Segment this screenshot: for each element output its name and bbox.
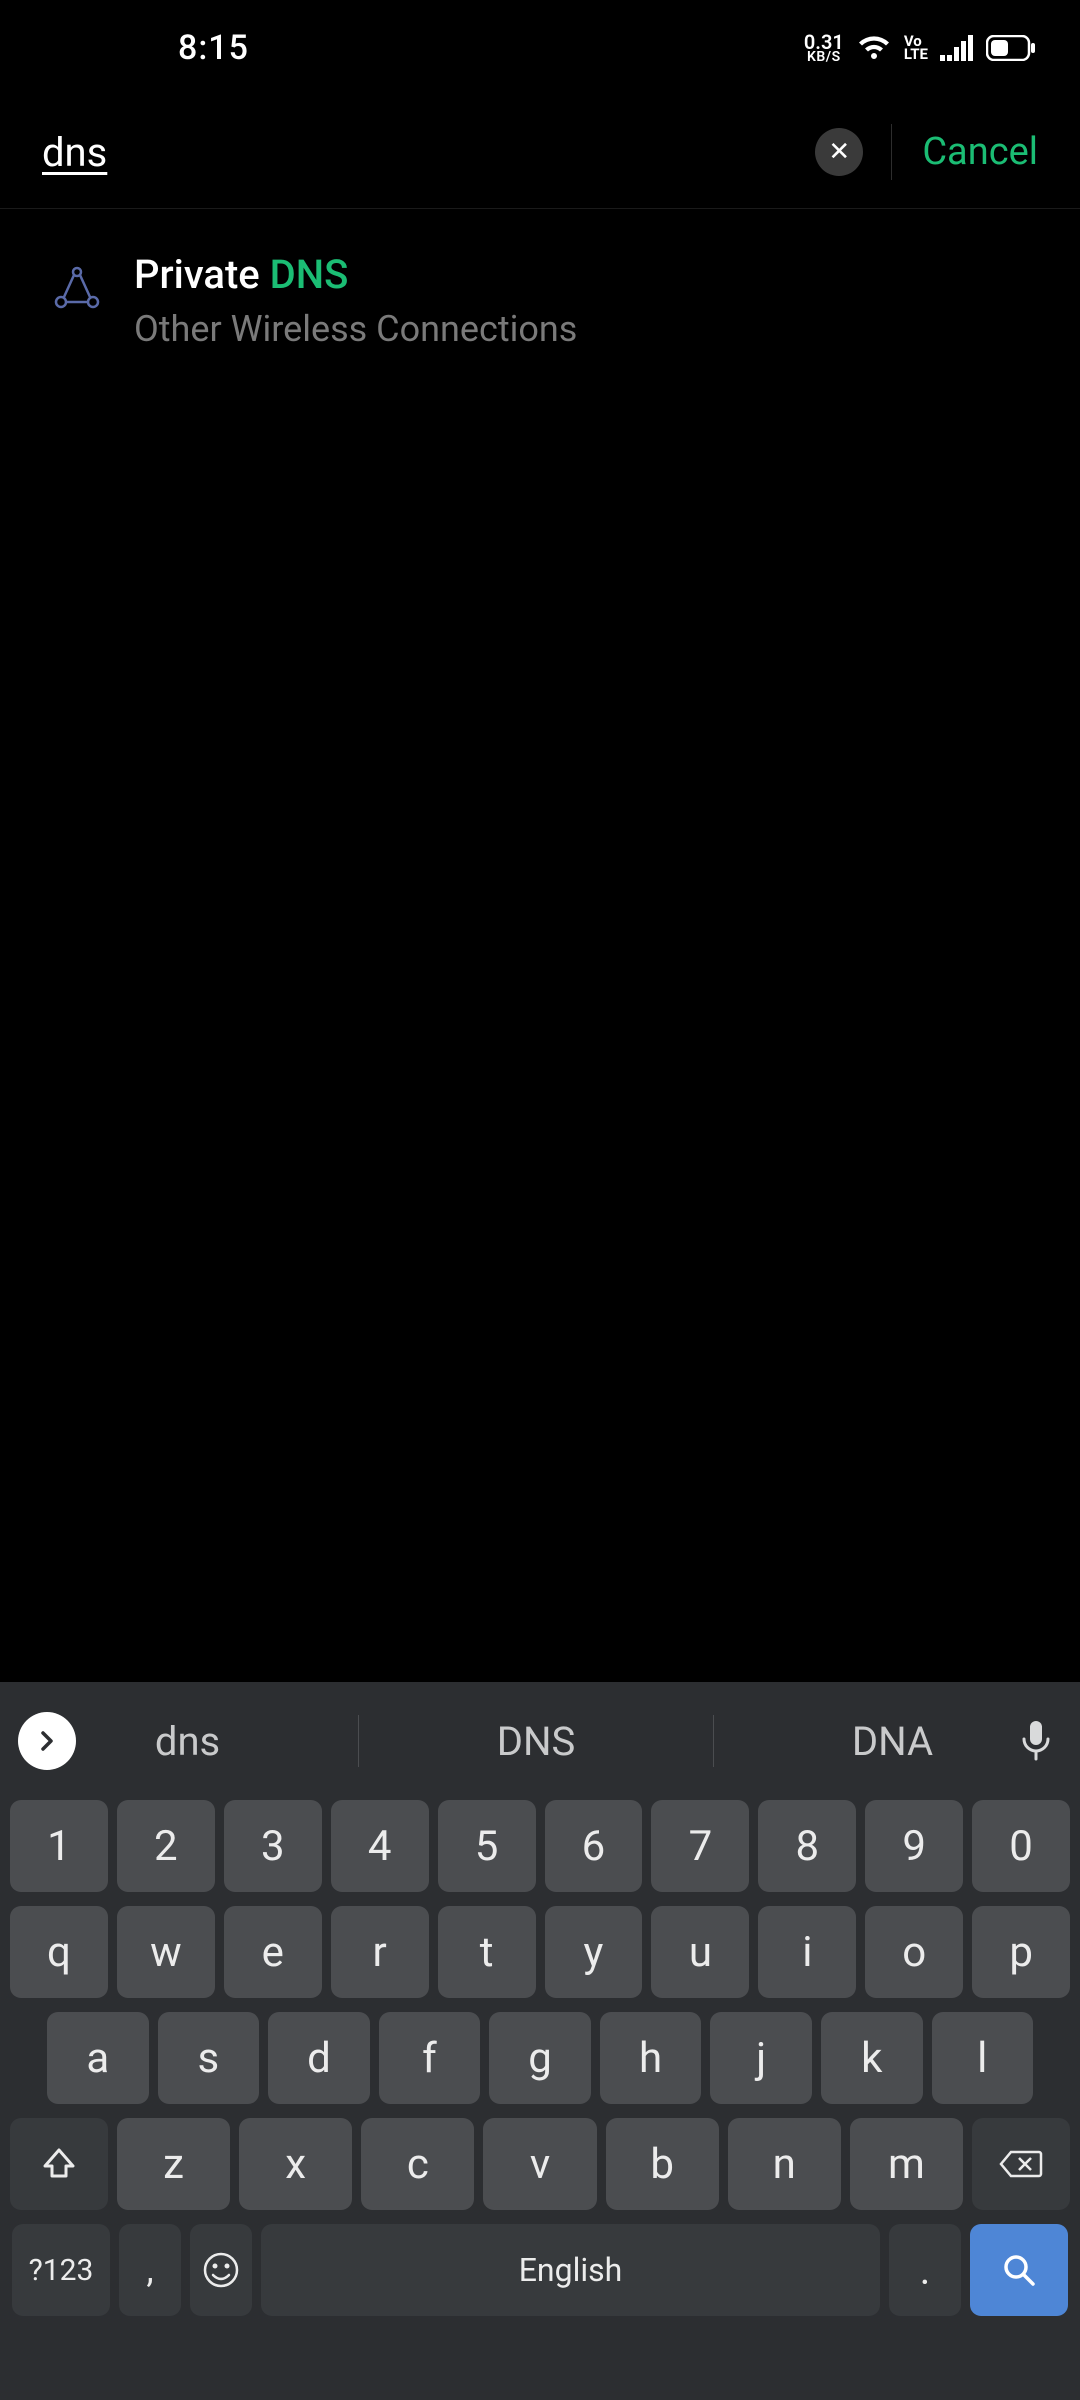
key-h[interactable]: h [600,2012,702,2104]
emoji-key[interactable] [190,2224,252,2316]
cancel-button[interactable]: Cancel [922,130,1038,174]
key-9[interactable]: 9 [865,1800,963,1892]
status-indicators: 0.31 KB/S Vo LTE [804,33,1036,64]
key-2[interactable]: 2 [117,1800,215,1892]
volte-bottom: LTE [904,48,928,61]
key-l[interactable]: l [932,2012,1034,2104]
suggestion-item[interactable]: dns [135,1718,240,1765]
key-n[interactable]: n [728,2118,841,2210]
key-f[interactable]: f [379,2012,481,2104]
volte-icon: Vo LTE [904,35,928,61]
search-result-item[interactable]: Private DNS Other Wireless Connections [0,209,1080,390]
divider [358,1715,359,1767]
key-t[interactable]: t [438,1906,536,1998]
shift-key[interactable] [10,2118,108,2210]
result-title: Private DNS [134,251,577,298]
key-g[interactable]: g [489,2012,591,2104]
spacebar-key[interactable]: English [261,2224,880,2316]
result-text: Private DNS Other Wireless Connections [134,251,577,350]
voice-input-button[interactable] [1012,1719,1060,1763]
key-i[interactable]: i [758,1906,856,1998]
suggestion-item[interactable]: DNS [477,1718,596,1765]
key-k[interactable]: k [821,2012,923,2104]
microphone-icon [1019,1719,1053,1763]
status-time: 8:15 [0,28,249,68]
emoji-icon [201,2250,241,2290]
key-a[interactable]: a [47,2012,149,2104]
key-s[interactable]: s [158,2012,260,2104]
suggestion-item[interactable]: DNA [832,1718,953,1765]
key-p[interactable]: p [972,1906,1070,1998]
key-z[interactable]: z [117,2118,230,2210]
key-o[interactable]: o [865,1906,963,1998]
key-1[interactable]: 1 [10,1800,108,1892]
battery-icon [986,35,1036,61]
key-d[interactable]: d [268,2012,370,2104]
key-w[interactable]: w [117,1906,215,1998]
network-share-icon [48,259,106,317]
result-title-prefix: Private [134,251,270,298]
search-header: dns ✕ Cancel [0,104,1080,200]
comma-key[interactable]: , [119,2224,181,2316]
divider [713,1715,714,1767]
shift-icon [41,2146,77,2182]
key-7[interactable]: 7 [651,1800,749,1892]
key-y[interactable]: y [545,1906,643,1998]
suggestion-bar: dns DNS DNA [0,1682,1080,1800]
search-action-key[interactable] [970,2224,1068,2316]
onscreen-keyboard: dns DNS DNA 1 2 3 4 5 6 7 8 9 0 q w e r … [0,1682,1080,2400]
key-8[interactable]: 8 [758,1800,856,1892]
signal-icon [940,35,974,61]
key-q[interactable]: q [10,1906,108,1998]
keyboard-row-qwerty: q w e r t y u i o p [0,1906,1080,1998]
key-x[interactable]: x [239,2118,352,2210]
clear-search-button[interactable]: ✕ [815,128,863,176]
result-subtitle: Other Wireless Connections [134,308,577,350]
chevron-right-icon [35,1729,59,1753]
symbols-key[interactable]: ?123 [12,2224,110,2316]
keyboard-row-zxcv: z x c v b n m [0,2118,1080,2210]
key-0[interactable]: 0 [972,1800,1070,1892]
expand-suggestions-button[interactable] [18,1712,76,1770]
key-e[interactable]: e [224,1906,322,1998]
key-b[interactable]: b [606,2118,719,2210]
data-rate-number: 0.31 [804,33,844,51]
result-title-highlight: DNS [270,251,349,298]
key-3[interactable]: 3 [224,1800,322,1892]
key-r[interactable]: r [331,1906,429,1998]
close-icon: ✕ [828,139,850,165]
wifi-icon [856,34,892,62]
search-input[interactable]: dns [42,129,815,176]
keyboard-row-bottom: ?123 , English . [0,2224,1080,2316]
data-rate-indicator: 0.31 KB/S [804,33,844,64]
key-c[interactable]: c [361,2118,474,2210]
keyboard-row-numbers: 1 2 3 4 5 6 7 8 9 0 [0,1800,1080,1892]
search-icon [999,2250,1039,2290]
keyboard-row-asdf: a s d f g h j k l [0,2012,1080,2104]
key-v[interactable]: v [483,2118,596,2210]
backspace-key[interactable] [972,2118,1070,2210]
key-j[interactable]: j [710,2012,812,2104]
divider [891,124,892,180]
key-4[interactable]: 4 [331,1800,429,1892]
key-u[interactable]: u [651,1906,749,1998]
key-m[interactable]: m [850,2118,963,2210]
period-key[interactable]: . [889,2224,961,2316]
backspace-icon [999,2148,1043,2180]
status-bar: 8:15 0.31 KB/S Vo LTE [0,0,1080,96]
key-6[interactable]: 6 [545,1800,643,1892]
suggestion-list: dns DNS DNA [76,1715,1012,1767]
data-rate-unit: KB/S [807,51,841,64]
key-5[interactable]: 5 [438,1800,536,1892]
